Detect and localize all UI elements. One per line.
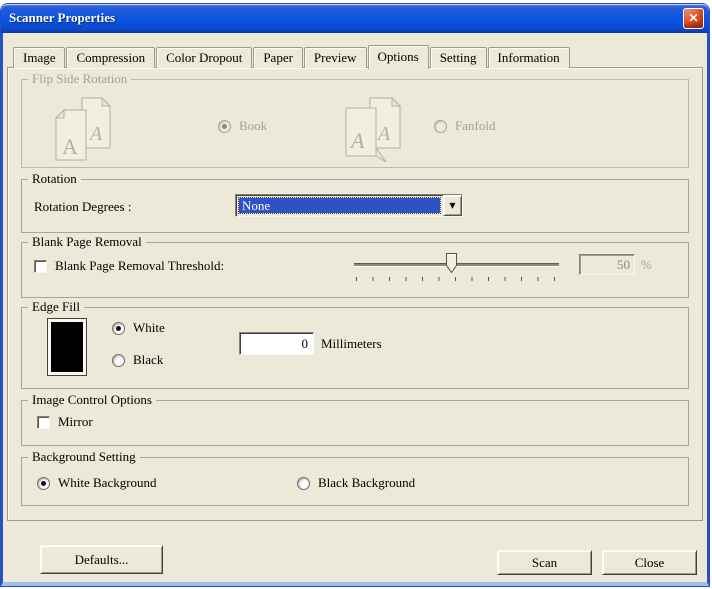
fanfold-radio bbox=[434, 120, 447, 133]
title-bar[interactable]: Scanner Properties ✕ bbox=[1, 4, 709, 33]
blank-page-threshold-option: Blank Page Removal Threshold: bbox=[34, 258, 224, 274]
mirror-option: Mirror bbox=[37, 414, 93, 430]
group-blank-page-removal: Blank Page Removal Blank Page Removal Th… bbox=[21, 242, 689, 298]
tab-image[interactable]: Image bbox=[13, 47, 65, 68]
white-option: White bbox=[112, 320, 165, 336]
tab-preview[interactable]: Preview bbox=[304, 47, 367, 68]
group-background-setting: Background Setting White Background Blac… bbox=[21, 457, 689, 506]
edge-fill-width-field[interactable] bbox=[239, 332, 314, 355]
scan-button[interactable]: Scan bbox=[497, 550, 592, 575]
fanfold-option: Fanfold bbox=[434, 118, 495, 134]
blank-page-threshold-checkbox[interactable] bbox=[34, 260, 47, 273]
fanfold-label: Fanfold bbox=[455, 118, 495, 134]
tab-paper[interactable]: Paper bbox=[253, 47, 303, 68]
black-background-option: Black Background bbox=[297, 475, 415, 491]
book-pages-icon: A A bbox=[52, 96, 114, 162]
black-background-radio[interactable] bbox=[297, 477, 310, 490]
slider-tick-marks bbox=[356, 277, 557, 281]
group-edge-fill: Edge Fill White Black Millimeters bbox=[21, 307, 689, 389]
white-radio[interactable] bbox=[112, 322, 125, 335]
chevron-down-icon: ▼ bbox=[449, 201, 455, 210]
black-background-label[interactable]: Black Background bbox=[318, 475, 415, 491]
edge-fill-legend: Edge Fill bbox=[28, 299, 84, 315]
rotation-degrees-dropdown[interactable]: None ▼ bbox=[235, 194, 463, 217]
close-dialog-button[interactable]: Close bbox=[602, 550, 697, 575]
dropdown-face: None bbox=[238, 197, 441, 214]
tab-information[interactable]: Information bbox=[488, 47, 570, 68]
svg-text:A: A bbox=[88, 123, 103, 145]
millimeters-label: Millimeters bbox=[321, 336, 382, 352]
scanner-properties-dialog: Scanner Properties ✕ Image Compression C… bbox=[1, 4, 709, 586]
group-image-control-options: Image Control Options Mirror bbox=[21, 400, 689, 446]
edge-fill-preview-swatch bbox=[47, 318, 87, 376]
image-control-options-legend: Image Control Options bbox=[28, 392, 156, 408]
group-flip-side-rotation: Flip Side Rotation A A Book A bbox=[21, 79, 689, 168]
group-rotation: Rotation Rotation Degrees : None ▼ bbox=[21, 179, 689, 233]
white-background-label[interactable]: White Background bbox=[58, 475, 157, 491]
blank-page-threshold-label[interactable]: Blank Page Removal Threshold: bbox=[55, 258, 224, 274]
options-tab-page: Flip Side Rotation A A Book A bbox=[7, 67, 703, 521]
svg-text:A: A bbox=[62, 134, 78, 159]
close-icon: ✕ bbox=[688, 11, 698, 26]
black-label[interactable]: Black bbox=[133, 352, 163, 368]
black-option: Black bbox=[112, 352, 163, 368]
threshold-unit-label: % bbox=[641, 257, 652, 273]
dropdown-arrow-button[interactable]: ▼ bbox=[443, 195, 462, 216]
flip-side-rotation-legend: Flip Side Rotation bbox=[28, 71, 131, 87]
black-radio[interactable] bbox=[112, 354, 125, 367]
edge-fill-color bbox=[51, 322, 83, 372]
dialog-body: Image Compression Color Dropout Paper Pr… bbox=[1, 33, 709, 586]
white-label[interactable]: White bbox=[133, 320, 165, 336]
rotation-degrees-label: Rotation Degrees : bbox=[34, 199, 131, 215]
fanfold-pages-icon: A A bbox=[342, 96, 404, 162]
tab-compression[interactable]: Compression bbox=[66, 47, 155, 68]
book-label: Book bbox=[239, 118, 267, 134]
threshold-slider-thumb[interactable] bbox=[446, 253, 457, 273]
tab-color-dropout[interactable]: Color Dropout bbox=[156, 47, 252, 68]
book-option: Book bbox=[218, 118, 267, 134]
book-radio bbox=[218, 120, 231, 133]
dropdown-selected-value: None bbox=[239, 198, 440, 213]
mirror-label[interactable]: Mirror bbox=[58, 414, 93, 430]
background-setting-legend: Background Setting bbox=[28, 449, 140, 465]
white-background-option: White Background bbox=[37, 475, 157, 491]
tab-options[interactable]: Options bbox=[368, 45, 429, 69]
svg-text:A: A bbox=[376, 123, 391, 145]
rotation-legend: Rotation bbox=[28, 171, 81, 187]
close-button[interactable]: ✕ bbox=[683, 8, 704, 29]
mirror-checkbox[interactable] bbox=[37, 416, 50, 429]
tab-setting[interactable]: Setting bbox=[430, 47, 487, 68]
white-background-radio[interactable] bbox=[37, 477, 50, 490]
blank-page-removal-legend: Blank Page Removal bbox=[28, 234, 146, 250]
tab-strip: Image Compression Color Dropout Paper Pr… bbox=[13, 45, 571, 68]
window-title: Scanner Properties bbox=[9, 4, 115, 32]
svg-text:A: A bbox=[349, 128, 365, 153]
defaults-button[interactable]: Defaults... bbox=[40, 545, 163, 574]
threshold-value-field bbox=[579, 254, 635, 275]
